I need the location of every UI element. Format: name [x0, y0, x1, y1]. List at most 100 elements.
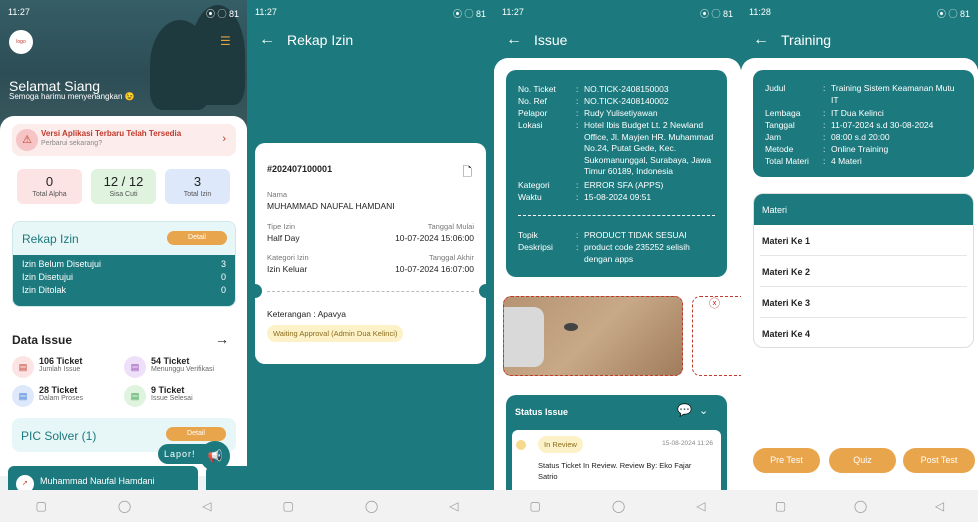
back-triangle-icon[interactable]: ◁	[935, 499, 944, 513]
circle-icon[interactable]: ◯	[854, 499, 867, 513]
menu-icon[interactable]: ☰	[220, 34, 231, 48]
ticket-notch	[248, 284, 262, 298]
detail-value: NO.TICK-2408150003	[584, 84, 669, 94]
detail-row: No. Ticket: NO.TICK-2408150003	[518, 84, 716, 96]
review-date: 15-08-2024 11:26	[662, 440, 713, 447]
issue-stat[interactable]: ▤ 28 Ticket Dalam Proses	[12, 385, 83, 407]
page-title: Issue	[534, 32, 568, 48]
status-bar: 11:27 ⦿ ◯ 81	[0, 0, 247, 22]
square-icon[interactable]: ▢	[35, 499, 46, 513]
detail-row: Total Materi:4 Materi	[765, 156, 963, 168]
detail-value: product code 235252 selisih dengan apps	[584, 242, 690, 264]
document-icon: ▤	[12, 385, 34, 407]
rekap-value: 3	[220, 259, 226, 269]
training-detail-card: Judul: Training Sistem Keamanan Mutu IT L…	[753, 70, 974, 177]
status-icons: ⦿ ◯ 81	[205, 9, 239, 19]
issue-photo[interactable]	[503, 296, 683, 376]
materi-item[interactable]: Materi Ke 1	[760, 225, 967, 256]
issue-count: 54 Ticket	[151, 356, 190, 366]
clock: 11:27	[502, 7, 524, 17]
pre-test-button[interactable]: Pre Test	[753, 448, 820, 473]
status-icons: ⦿ ◯ 81	[936, 9, 970, 19]
square-icon[interactable]: ▢	[529, 499, 540, 513]
post-test-button[interactable]: Post Test	[903, 448, 975, 473]
status-icons: ⦿ ◯ 81	[452, 9, 486, 19]
detail-button[interactable]: Detail	[167, 231, 227, 245]
tanggal-akhir-value: 10-07-2024 16:07:00	[395, 264, 474, 274]
document-icon[interactable]: 🗋	[462, 163, 472, 184]
detail-row: Judul: Training Sistem Keamanan Mutu IT	[765, 83, 959, 106]
person-card[interactable]: ➚ Muhammad Naufal Hamdani	[8, 466, 198, 493]
issue-count: 9 Ticket	[151, 385, 185, 395]
issue-detail-card: No. Ticket: NO.TICK-2408150003 No. Ref: NO…	[506, 70, 727, 277]
issue-stat[interactable]: ▤ 106 Ticket Jumlah Issue	[12, 356, 82, 378]
app-bar: ← Training	[741, 22, 978, 58]
circle-icon[interactable]: ◯	[118, 499, 131, 513]
detail-row: Metode: Online Training	[765, 144, 963, 156]
device-shape	[504, 307, 544, 367]
detail-key: Jam	[765, 132, 782, 142]
back-arrow-icon[interactable]: ←	[494, 31, 534, 49]
issue-label: Dalam Proses	[39, 395, 83, 402]
back-arrow-icon[interactable]: ←	[247, 31, 287, 49]
materi-item[interactable]: Materi Ke 2	[760, 256, 967, 287]
status-issue-panel: Status Issue 💬 ⌄ In Review 15-08-2024 11…	[506, 395, 727, 490]
close-icon[interactable]: ⓧ	[709, 295, 720, 311]
square-icon[interactable]: ▢	[282, 499, 293, 513]
subgreeting: Semoga harimu menyenangkan 😉	[9, 92, 135, 101]
nama-value: MUHAMMAD NAUFAL HAMDANI	[267, 201, 395, 211]
status-title: Status Issue	[515, 407, 569, 417]
circle-icon[interactable]: ◯	[612, 499, 625, 513]
detail-value: 08:00 s.d 20:00	[831, 132, 890, 142]
back-triangle-icon[interactable]: ◁	[202, 499, 211, 513]
rekap-row: Izin Disetujui 0	[22, 272, 226, 285]
square-icon[interactable]: ▢	[775, 499, 786, 513]
circle-icon[interactable]: ◯	[365, 499, 378, 513]
materi-title: Materi	[754, 194, 973, 225]
clock: 11:28	[749, 7, 771, 17]
rekap-izin-screen: 11:27 ⦿ ◯ 81 ← Rekap Izin #202407100001 🗋 …	[247, 0, 494, 522]
materi-list: Materi Materi Ke 1 Materi Ke 2 Materi Ke…	[753, 193, 974, 348]
issue-stat[interactable]: ▤ 54 Ticket Menunggu Verifikasi	[124, 356, 214, 378]
detail-value: Training Sistem Keamanan Mutu IT	[831, 83, 955, 105]
rekap-row: Izin Ditolak 0	[22, 285, 226, 298]
update-banner[interactable]: ⚠ Versi Aplikasi Terbaru Telah Tersedia …	[12, 124, 236, 156]
detail-key: Metode	[765, 144, 794, 154]
issue-stat[interactable]: ▤ 9 Ticket Issue Selesai	[124, 385, 193, 407]
rekap-value: 0	[220, 272, 226, 282]
arrow-right-icon[interactable]: →	[215, 331, 229, 347]
divider	[267, 291, 474, 292]
page-title: Training	[781, 32, 832, 48]
quiz-button[interactable]: Quiz	[829, 448, 896, 473]
chevron-down-icon[interactable]: ⌄	[699, 404, 708, 417]
detail-key: Total Materi	[765, 156, 809, 166]
back-triangle-icon[interactable]: ◁	[449, 499, 458, 513]
system-nav: ▢ ◯ ◁	[0, 490, 247, 522]
issue-count: 106 Ticket	[39, 356, 83, 366]
detail-key: Tanggal	[765, 120, 795, 130]
clock: 11:27	[8, 7, 30, 17]
review-text: Status Ticket In Review. Review By: Eko …	[538, 461, 692, 481]
back-triangle-icon[interactable]: ◁	[696, 499, 705, 513]
document-icon: ▤	[124, 385, 146, 407]
rekap-label: Izin Belum Disetujui	[22, 259, 102, 269]
izin-ticket-card[interactable]: #202407100001 🗋 Nama MUHAMMAD NAUFAL HAM…	[255, 143, 486, 364]
status-bar: 11:27 ⦿ ◯ 81	[247, 0, 494, 22]
issue-photo[interactable]: ⓧ	[692, 296, 741, 376]
detail-key: Waktu	[518, 192, 542, 202]
detail-key: Deskripsi	[518, 242, 553, 252]
materi-item[interactable]: Materi Ke 4	[760, 318, 967, 347]
kategori-label: Kategori Izin	[267, 253, 309, 262]
back-arrow-icon[interactable]: ←	[741, 31, 781, 49]
system-nav: ▢ ◯ ◁	[494, 490, 741, 522]
pic-title: PIC Solver (1)	[21, 429, 97, 443]
rekap-izin-card: Rekap Izin Detail Izin Belum Disetujui 3 I…	[12, 221, 236, 307]
detail-value: 11-07-2024 s.d 30-08-2024	[831, 120, 934, 130]
detail-value: NO.TICK-2408140002	[584, 96, 669, 106]
detail-value: 4 Materi	[831, 156, 862, 166]
materi-item[interactable]: Materi Ke 3	[760, 287, 967, 318]
chat-icon[interactable]: 💬	[677, 403, 692, 417]
detail-key: No. Ticket	[518, 84, 556, 94]
person-card[interactable]	[206, 466, 247, 491]
detail-button[interactable]: Detail	[166, 427, 226, 441]
